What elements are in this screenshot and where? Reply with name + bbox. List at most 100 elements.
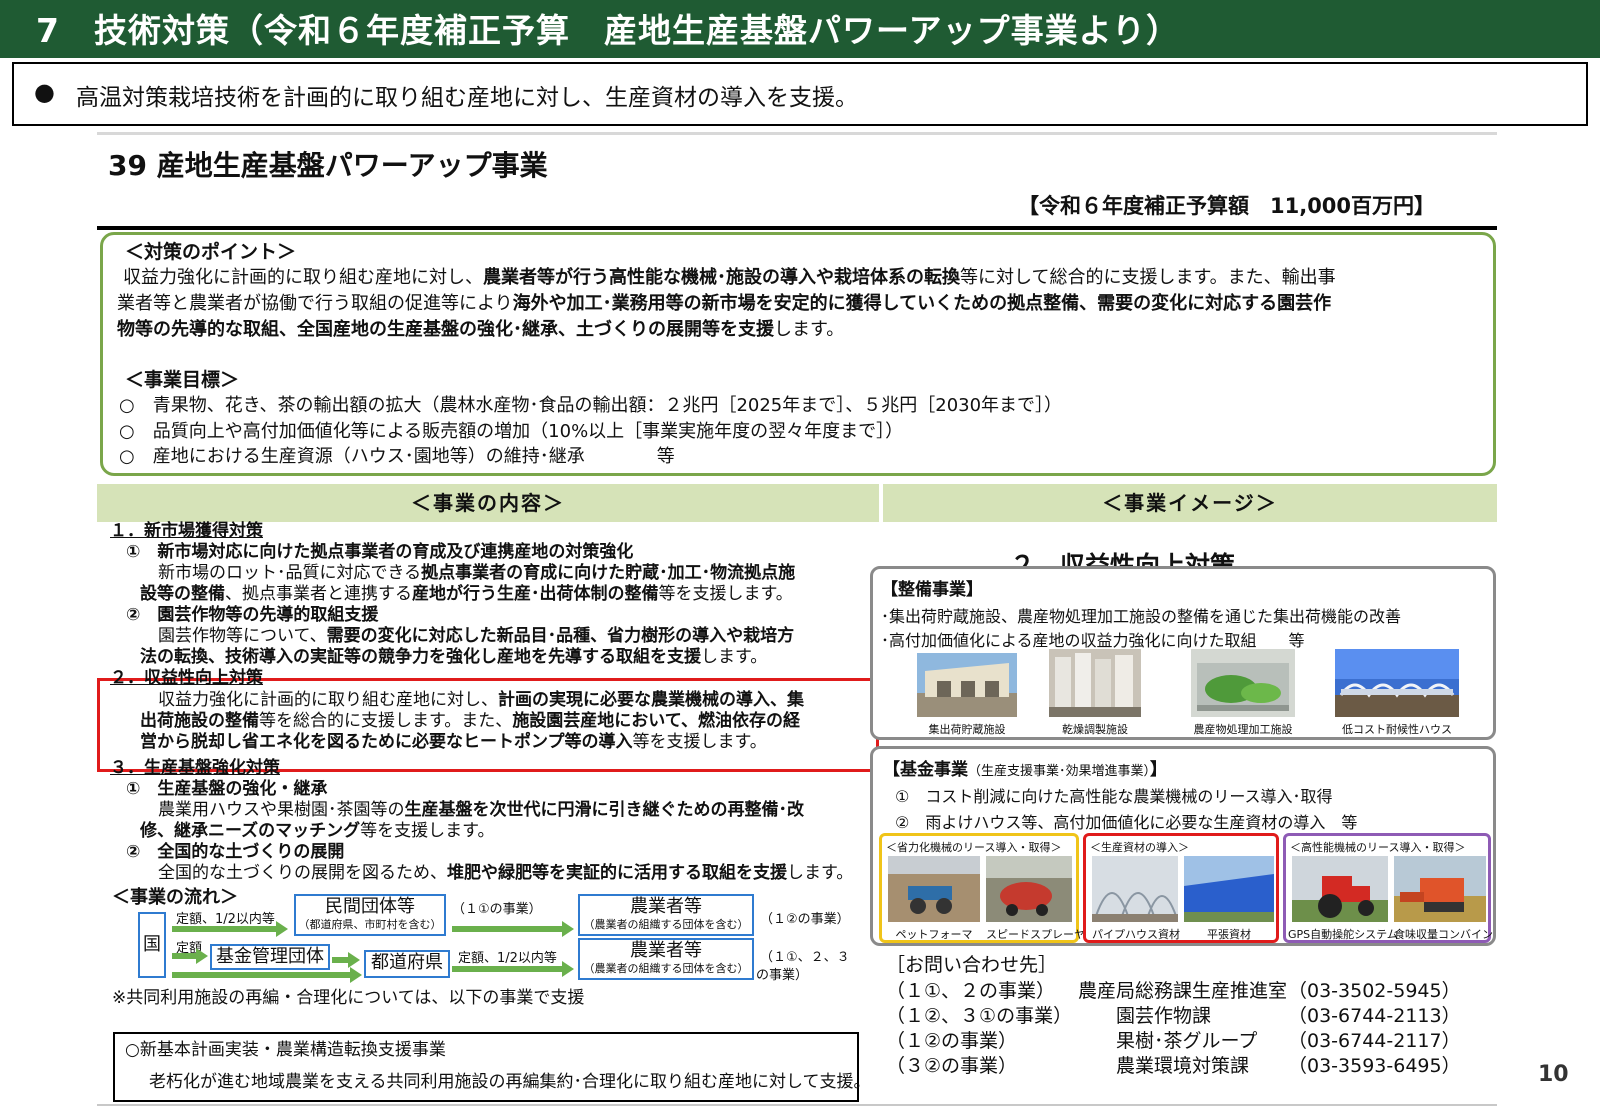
support-title: ○新基本計画実装・農業構造転換支援事業 [125, 1040, 446, 1060]
flow-arrow [172, 967, 362, 983]
flow-arrow [452, 921, 574, 937]
summary-bullet: ● [34, 78, 55, 106]
contact-scope: （３②の事業） [886, 1055, 1018, 1077]
contact-dept: 農産局総務課生産推進室 [1078, 980, 1288, 1002]
processing-facility-photo [1191, 649, 1295, 717]
doc-title: 39 産地生産基盤パワーアップ事業 [108, 149, 548, 182]
flow-note: （１①、２、３ [760, 950, 850, 965]
contact-phone: （03-6744-2117） [1288, 1030, 1461, 1052]
rate-label: 定額、1/2以内等 [176, 912, 275, 927]
fund-org-box: 基金管理団体 [210, 944, 330, 970]
section-1-title: １．新市場獲得対策 [110, 521, 263, 541]
farmers-box: 農業者等 （農業者の組織する団体を含む） [578, 938, 754, 980]
content-line: 出荷施設の整備等を総合的に支援します。また、施設園芸産地において、燃油依存の経 [140, 711, 800, 731]
summary-text: 高温対策栽培技術を計画的に取り組む産地に対し、生産資材の導入を支援。 [76, 85, 858, 111]
divider [97, 1104, 1497, 1106]
contact-scope: （１②、３①の事業） [886, 1005, 1073, 1027]
photo-caption: 乾燥調製施設 [1062, 723, 1128, 736]
fund-box: 【基金事業（生産支援事業･効果増進事業）】 ① コスト削減に向けた高性能な農業機… [870, 746, 1496, 946]
contact-dept: 園芸作物課 [1116, 1005, 1212, 1027]
facility-heading: 【整備事業】 [881, 580, 983, 600]
support-text: 老朽化が進む地域農業を支える共同利用施設の再編集約･合理化に取り組む産地に対して… [149, 1072, 871, 1092]
flow-arrow [332, 952, 360, 968]
section-3-1-title: ① 生産基盤の強化・継承 [126, 779, 328, 799]
prefecture-box: 都道府県 [364, 950, 450, 978]
content-line: 農業用ハウスや果樹園･茶園等の生産基盤を次世代に円滑に引き継ぐための再整備･改 [158, 800, 804, 820]
content-line: 全国的な土づくりの展開を図るため、堆肥や緑肥等を実証的に活用する取組を支援します… [158, 863, 854, 883]
high-performance-machine-panel: ＜高性能機械のリース導入・取得＞ GPS自動操舵システム 食味収量コンバイン [1283, 833, 1493, 943]
points-heading: ＜対策のポイント＞ [125, 241, 297, 263]
photo-caption: GPS自動操舵システム [1288, 928, 1398, 941]
section-3-title: ３．生産基盤強化対策 [110, 758, 280, 778]
goal-item: ○ 青果物、花き、茶の輸出額の拡大（農林水産物･食品の輸出額：２兆円［2025年… [119, 395, 1063, 416]
flow-arrow [452, 961, 574, 977]
contact-phone: （03-6744-2113） [1288, 1005, 1461, 1027]
facility-box: 【整備事業】 ･集出荷貯蔵施設、農産物処理加工施設の整備を通じた集出荷機能の改善… [870, 566, 1496, 740]
divider [97, 226, 1497, 230]
rate-label: 定額、1/2以内等 [458, 951, 557, 966]
facility-line: ･高付加価値化による産地の収益力強化に向けた取組 等 [881, 631, 1305, 650]
points-paragraph-line: 業者等と農業者が協働で行う取組の促進等により海外や加工･業務用等の新市場を安定的… [117, 293, 1332, 314]
contact-scope: （１②の事業） [886, 1030, 1018, 1052]
content-line: 営から脱却し省エネ化を図るために必要なヒートポンプ等の導入等を支援します。 [140, 732, 767, 752]
flow-arrow [172, 921, 288, 937]
content-line: 収益力強化に計画的に取り組む産地に対し、計画の実現に必要な農業機械の導入、集 [158, 690, 804, 710]
points-paragraph-line: 物等の先導的な取組、全国産地の生産基盤の強化･継承、土づくりの展開等を支援します… [117, 319, 845, 340]
pipe-house-photo [1092, 856, 1178, 922]
section-1-1-title: ① 新市場対応に向けた拠点事業者の育成及び連携産地の対策強化 [126, 542, 634, 562]
content-line: 法の転換、技術導入の実証等の競争力を強化し産地を先導する取組を支援します。 [140, 647, 768, 667]
flow-heading: ＜事業の流れ＞ [112, 887, 238, 908]
flow-note: （１②の事業） [760, 912, 850, 927]
private-org-box: 民間団体等 （都道府県、市町村を含む） [294, 894, 446, 936]
page-title: 7 技術対策（令和６年度補正予算 産地生産基盤パワーアップ事業より） [36, 11, 1180, 50]
sprayer-photo [986, 856, 1072, 922]
page-number: 10 [1538, 1062, 1569, 1087]
drying-facility-photo [1049, 649, 1141, 717]
photo-caption: パイプハウス資材 [1092, 928, 1180, 941]
goal-item: ○ 品質向上や高付加価値化等による販売額の増加（10%以上［事業実施年度の翌々年… [119, 421, 904, 442]
tractor-photo [1292, 856, 1388, 922]
contact-dept: 農業環境対策課 [1116, 1055, 1250, 1077]
flow-note: の事業） [756, 968, 809, 983]
goal-item: ○ 産地における生産資源（ハウス･園地等）の維持･継承 等 [119, 446, 675, 467]
summary-box: ● 高温対策栽培技術を計画的に取り組む産地に対し、生産資材の導入を支援。 [12, 62, 1588, 126]
shared-facility-note: ※共同利用施設の再編・合理化については、以下の事業で支援 [112, 988, 585, 1008]
content-line: 新市場のロット･品質に対応できる拠点事業者の育成に向けた貯蔵･加工･物流拠点施 [158, 563, 796, 583]
goals-heading: ＜事業目標＞ [125, 369, 240, 391]
contact-scope: （１①、２の事業） [886, 980, 1056, 1002]
production-materials-panel: ＜生産資材の導入＞ パイプハウス資材 平張資材 [1083, 833, 1279, 943]
panel-title: ＜高性能機械のリース導入・取得＞ [1290, 841, 1466, 854]
fund-line: ② 雨よけハウス等、高付加価値化に必要な生産資材の導入 等 [895, 813, 1358, 832]
content-line: 設等の整備、拠点事業者と連携する産地が行う生産･出荷体制の整備等を支援します。 [140, 584, 793, 604]
warehouse-photo [917, 653, 1017, 717]
flat-net-photo [1184, 856, 1274, 922]
divider [97, 132, 1497, 135]
budget-amount: 【令和６年度補正予算額 11,000百万円】 [1018, 194, 1436, 218]
photo-caption: 集出荷貯蔵施設 [928, 723, 1006, 736]
fund-heading: 【基金事業（生産支援事業･効果増進事業）】 [883, 760, 1168, 780]
photo-caption: 農産物処理加工施設 [1193, 723, 1293, 736]
fund-line: ① コスト削減に向けた高性能な農業機械のリース導入･取得 [895, 787, 1333, 806]
section-3-2-title: ② 全国的な土づくりの展開 [126, 842, 345, 862]
content-section-header: ＜事業の内容＞ [97, 484, 879, 522]
facility-line: ･集出荷貯蔵施設、農産物処理加工施設の整備を通じた集出荷機能の改善 [881, 607, 1402, 626]
machine-photo [888, 856, 980, 922]
country-box: 国 [138, 912, 166, 978]
section-2-title: ２．収益性向上対策 [110, 668, 263, 688]
photo-caption: 低コスト耐候性ハウス [1342, 723, 1452, 736]
title-bar: 7 技術対策（令和６年度補正予算 産地生産基盤パワーアップ事業より） [0, 0, 1600, 58]
labor-saving-machine-panel: ＜省力化機械のリース導入・取得＞ ペットフォーマ スピードスプレーヤ [879, 833, 1085, 943]
panel-title: ＜省力化機械のリース導入・取得＞ [886, 841, 1062, 854]
points-paragraph-line: 収益力強化に計画的に取り組む産地に対し、農業者等が行う高性能な機械･施設の導入や… [105, 267, 1336, 288]
photo-caption: ペットフォーマ [895, 928, 973, 941]
photo-caption: 食味収量コンバイン [1394, 928, 1493, 941]
contact-heading: ［お問い合わせ先］ [886, 954, 1058, 976]
panel-title: ＜生産資材の導入＞ [1090, 841, 1189, 854]
content-line: 園芸作物等について、需要の変化に対応した新品目･品種、省力樹形の導入や栽培方 [158, 626, 795, 646]
contact-phone: （03-3593-6495） [1288, 1055, 1461, 1077]
support-box: ○新基本計画実装・農業構造転換支援事業 老朽化が進む地域農業を支える共同利用施設… [113, 1032, 870, 1102]
photo-caption: 平張資材 [1207, 928, 1251, 941]
points-box: ＜対策のポイント＞ 収益力強化に計画的に取り組む産地に対し、農業者等が行う高性能… [100, 232, 1496, 476]
flow-arrow [172, 948, 208, 964]
content-line: 修、継承ニーズのマッチング等を支援します。 [140, 821, 495, 841]
